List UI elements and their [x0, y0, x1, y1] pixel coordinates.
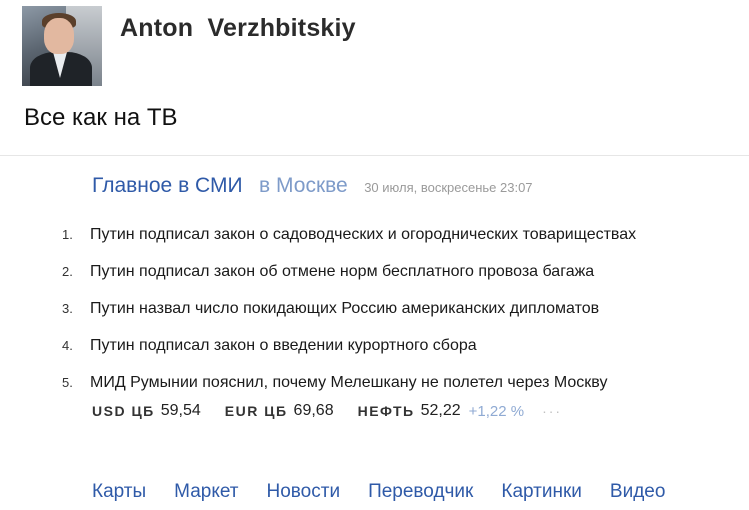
service-link-news[interactable]: Новости [267, 481, 341, 503]
news-list: 1. Путин подписал закон о садоводческих … [62, 216, 636, 401]
news-item: 2. Путин подписал закон об отмене норм б… [62, 253, 636, 290]
news-link[interactable]: Путин подписал закон об отмене норм бесп… [90, 263, 594, 281]
rates-bar: USD ЦБ 59,54 EUR ЦБ 69,68 НЕФТЬ 52,22 +1… [92, 402, 562, 420]
news-number: 4. [62, 338, 73, 353]
services-nav: Карты Маркет Новости Переводчик Картинки… [92, 481, 665, 503]
author-name[interactable]: Anton Verzhbitskiy [120, 14, 356, 43]
oil-label[interactable]: НЕФТЬ [358, 403, 415, 419]
news-item: 3. Путин назвал число покидающих Россию … [62, 290, 636, 327]
eur-value[interactable]: 69,68 [294, 402, 334, 420]
news-number: 3. [62, 301, 73, 316]
news-link[interactable]: Путин подписал закон о садоводческих и о… [90, 226, 636, 244]
news-link[interactable]: Путин назвал число покидающих Россию аме… [90, 300, 599, 318]
news-link[interactable]: МИД Румынии пояснил, почему Мелешкану не… [90, 374, 607, 392]
post-text: Все как на ТВ [24, 104, 178, 131]
service-link-maps[interactable]: Карты [92, 481, 146, 503]
oil-value[interactable]: 52,22 [421, 402, 461, 420]
service-link-video[interactable]: Видео [610, 481, 666, 503]
usd-label[interactable]: USD ЦБ [92, 403, 155, 419]
news-link[interactable]: Путин подписал закон о введении курортно… [90, 337, 477, 355]
news-number: 1. [62, 227, 73, 242]
news-date: 30 июля, воскресенье 23:07 [364, 180, 533, 195]
service-link-translate[interactable]: Переводчик [368, 481, 473, 503]
news-header: Главное в СМИ в Москве 30 июля, воскресе… [92, 174, 533, 198]
more-icon[interactable]: ··· [542, 403, 562, 419]
yandex-news-screenshot: Главное в СМИ в Москве 30 июля, воскресе… [0, 156, 749, 510]
oil-change: +1,22 % [468, 402, 525, 420]
service-link-images[interactable]: Картинки [501, 481, 582, 503]
service-link-market[interactable]: Маркет [174, 481, 238, 503]
news-number: 2. [62, 264, 73, 279]
news-item: 5. МИД Румынии пояснил, почему Мелешкану… [62, 364, 636, 401]
news-number: 5. [62, 375, 73, 390]
news-item: 1. Путин подписал закон о садоводческих … [62, 216, 636, 253]
post-header: Anton Verzhbitskiy [22, 6, 722, 86]
avatar[interactable] [22, 6, 102, 86]
usd-value[interactable]: 59,54 [161, 402, 201, 420]
eur-label[interactable]: EUR ЦБ [225, 403, 288, 419]
news-region[interactable]: в Москве [259, 174, 348, 197]
news-item: 4. Путин подписал закон о введении курор… [62, 327, 636, 364]
news-title[interactable]: Главное в СМИ [92, 174, 243, 197]
